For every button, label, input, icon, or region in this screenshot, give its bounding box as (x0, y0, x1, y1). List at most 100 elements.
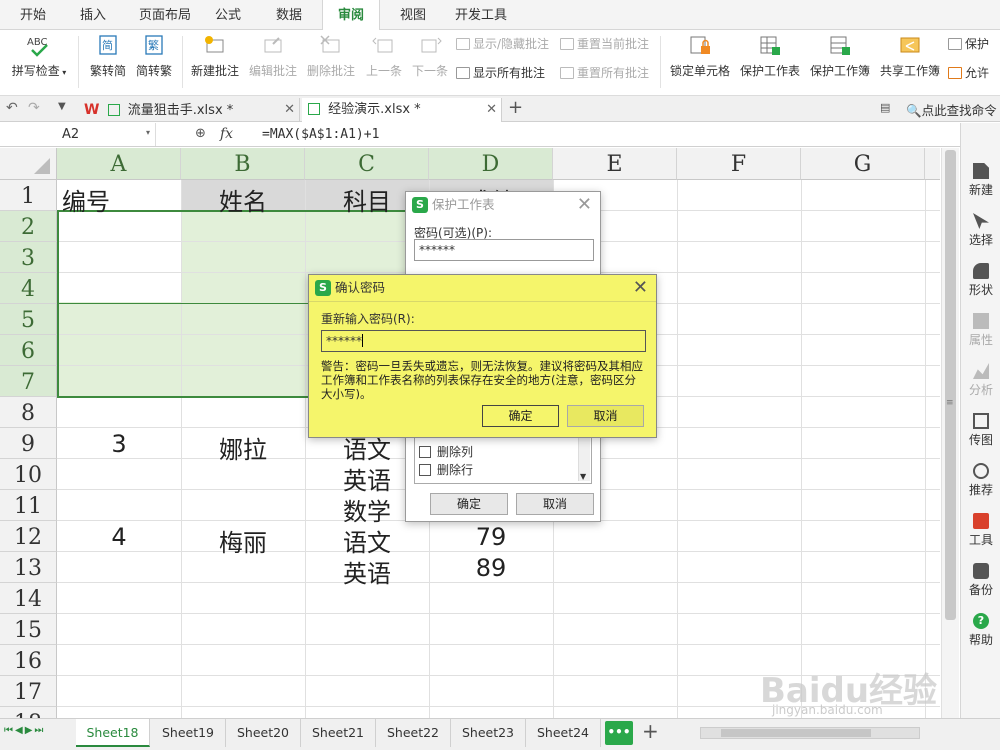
close-tab-icon[interactable]: ✕ (486, 98, 497, 122)
delete-comment-button[interactable]: 删除批注 (304, 34, 358, 79)
row-header-6[interactable]: 6 (0, 335, 57, 366)
select-all-corner[interactable] (0, 148, 57, 180)
checkbox[interactable] (419, 464, 431, 476)
sheet-tab-23[interactable]: Sheet23 (451, 719, 526, 747)
column-header-b[interactable]: B (181, 148, 305, 180)
cell-b1[interactable]: 姓名 (181, 182, 305, 217)
side-shape-button[interactable]: 形状 (961, 263, 1000, 298)
allow-button[interactable]: 允许 (948, 64, 989, 82)
sheet-tab-21[interactable]: Sheet21 (301, 719, 376, 747)
cell-b12[interactable]: 梅丽 (181, 523, 305, 558)
new-comment-button[interactable]: 新建批注 (188, 34, 242, 79)
sheet-tab-18[interactable]: Sheet18 (76, 719, 150, 747)
zoom-formula-icon[interactable]: ⊕ (195, 126, 206, 141)
add-sheet-button[interactable]: + (642, 719, 659, 743)
row-header-9[interactable]: 9 (0, 428, 57, 459)
protect-button[interactable]: 保护 (948, 35, 989, 53)
tab-page-layout[interactable]: 页面布局 (130, 0, 200, 30)
side-properties-button[interactable]: 属性 (961, 313, 1000, 348)
reset-all-comments-button[interactable]: 重置所有批注 (560, 64, 649, 82)
confirm-cancel-button[interactable]: 取消 (567, 405, 644, 427)
name-box[interactable]: A2 ▾ (0, 123, 156, 146)
side-upload-image-button[interactable]: 传图 (961, 413, 1000, 448)
close-tab-icon[interactable]: ✕ (284, 98, 295, 122)
horizontal-scrollbar[interactable] (700, 727, 920, 739)
row-header-5[interactable]: 5 (0, 304, 57, 335)
sheet-nav-arrows-icon[interactable]: ⏮◀▶⏭ (4, 725, 45, 736)
find-command-search[interactable]: 🔍点此查找命令 (906, 100, 997, 119)
column-header-c[interactable]: C (305, 148, 429, 180)
tab-insert[interactable]: 插入 (70, 0, 116, 30)
row-header-7[interactable]: 7 (0, 366, 57, 397)
fx-button[interactable]: fx (220, 126, 233, 142)
scroll-thumb[interactable] (945, 150, 956, 620)
reset-current-comment-button[interactable]: 重置当前批注 (560, 35, 649, 53)
tab-home[interactable]: 开始 (10, 0, 56, 30)
side-analysis-button[interactable]: 分析 (961, 363, 1000, 398)
row-header-17[interactable]: 17 (0, 676, 57, 707)
protect-ok-button[interactable]: 确定 (430, 493, 508, 515)
cell-b9[interactable]: 娜拉 (181, 430, 305, 465)
new-tab-icon[interactable]: + (508, 97, 523, 118)
more-sheets-button[interactable]: ••• (605, 721, 633, 745)
tab-data[interactable]: 数据 (266, 0, 312, 30)
password-input[interactable]: ****** (414, 239, 594, 261)
lock-cell-button[interactable]: 锁定单元格 (666, 34, 734, 79)
quick-access-dropdown-icon[interactable]: ▼ (58, 101, 66, 112)
option-delete-row[interactable]: 删除行 (419, 461, 473, 478)
row-header-16[interactable]: 16 (0, 645, 57, 676)
close-icon[interactable]: ✕ (577, 192, 592, 218)
option-delete-column[interactable]: 删除列 (419, 443, 473, 460)
side-help-button[interactable]: ? 帮助 (961, 613, 1000, 648)
cell-a12[interactable]: 4 (57, 523, 181, 551)
simp-to-trad-button[interactable]: 繁 简转繁 (132, 34, 176, 79)
confirm-ok-button[interactable]: 确定 (482, 405, 559, 427)
show-all-comments-button[interactable]: 显示所有批注 (456, 64, 545, 82)
row-header-11[interactable]: 11 (0, 490, 57, 521)
cell-d12[interactable]: 79 (429, 523, 553, 551)
tab-formulas[interactable]: 公式 (206, 0, 250, 30)
protect-sheet-button[interactable]: 保护工作表 (736, 34, 804, 79)
cell-a1[interactable]: 编号 (62, 182, 110, 217)
side-tools-button[interactable]: 工具 (961, 513, 1000, 548)
row-header-18[interactable]: 18 (0, 707, 57, 718)
row-header-13[interactable]: 13 (0, 552, 57, 583)
close-icon[interactable]: ✕ (633, 275, 648, 301)
tab-view[interactable]: 视图 (390, 0, 436, 30)
h-scroll-thumb[interactable] (721, 729, 871, 737)
cell-c12[interactable]: 语文 (305, 523, 429, 558)
edit-comment-button[interactable]: 编辑批注 (246, 34, 300, 79)
sheet-tab-20[interactable]: Sheet20 (226, 719, 301, 747)
sheet-tab-19[interactable]: Sheet19 (151, 719, 226, 747)
column-header-a[interactable]: A (57, 148, 181, 180)
confirm-password-input[interactable]: ****** (321, 330, 646, 352)
formula-input[interactable]: =MAX($A$1:A1)+1 (262, 127, 379, 142)
spell-check-button[interactable]: ABC 拼写检查 ▾ (6, 34, 72, 79)
sheet-tab-22[interactable]: Sheet22 (376, 719, 451, 747)
side-new-button[interactable]: 新建 (961, 163, 1000, 198)
protect-workbook-button[interactable]: 保护工作簿 (806, 34, 874, 79)
cell-d13[interactable]: 89 (429, 554, 553, 582)
row-header-12[interactable]: 12 (0, 521, 57, 552)
column-header-e[interactable]: E (553, 148, 677, 180)
side-backup-button[interactable]: 备份 (961, 563, 1000, 598)
trad-to-simp-button[interactable]: 简 繁转简 (86, 34, 130, 79)
row-header-3[interactable]: 3 (0, 242, 57, 273)
side-recommend-button[interactable]: 推荐 (961, 463, 1000, 498)
doc-tab-file2[interactable]: 经验演示.xlsx * ✕ (302, 98, 502, 122)
row-header-4[interactable]: 4 (0, 273, 57, 304)
tab-developer[interactable]: 开发工具 (448, 0, 514, 30)
vertical-scrollbar[interactable]: ≡ (941, 148, 959, 718)
prev-comment-button[interactable]: 上一条 (362, 34, 406, 79)
row-header-8[interactable]: 8 (0, 397, 57, 428)
checkbox[interactable] (419, 446, 431, 458)
doc-tab-file1[interactable]: W 流量狙击手.xlsx * ✕ (78, 98, 300, 122)
undo-icon[interactable]: ↶ (6, 100, 18, 116)
protect-cancel-button[interactable]: 取消 (516, 493, 594, 515)
column-header-g[interactable]: G (801, 148, 925, 180)
cell-a9[interactable]: 3 (57, 430, 181, 458)
row-header-2[interactable]: 2 (0, 211, 57, 242)
sheet-tab-24[interactable]: Sheet24 (526, 719, 601, 747)
redo-icon[interactable]: ↷ (28, 100, 40, 116)
next-comment-button[interactable]: 下一条 (408, 34, 452, 79)
